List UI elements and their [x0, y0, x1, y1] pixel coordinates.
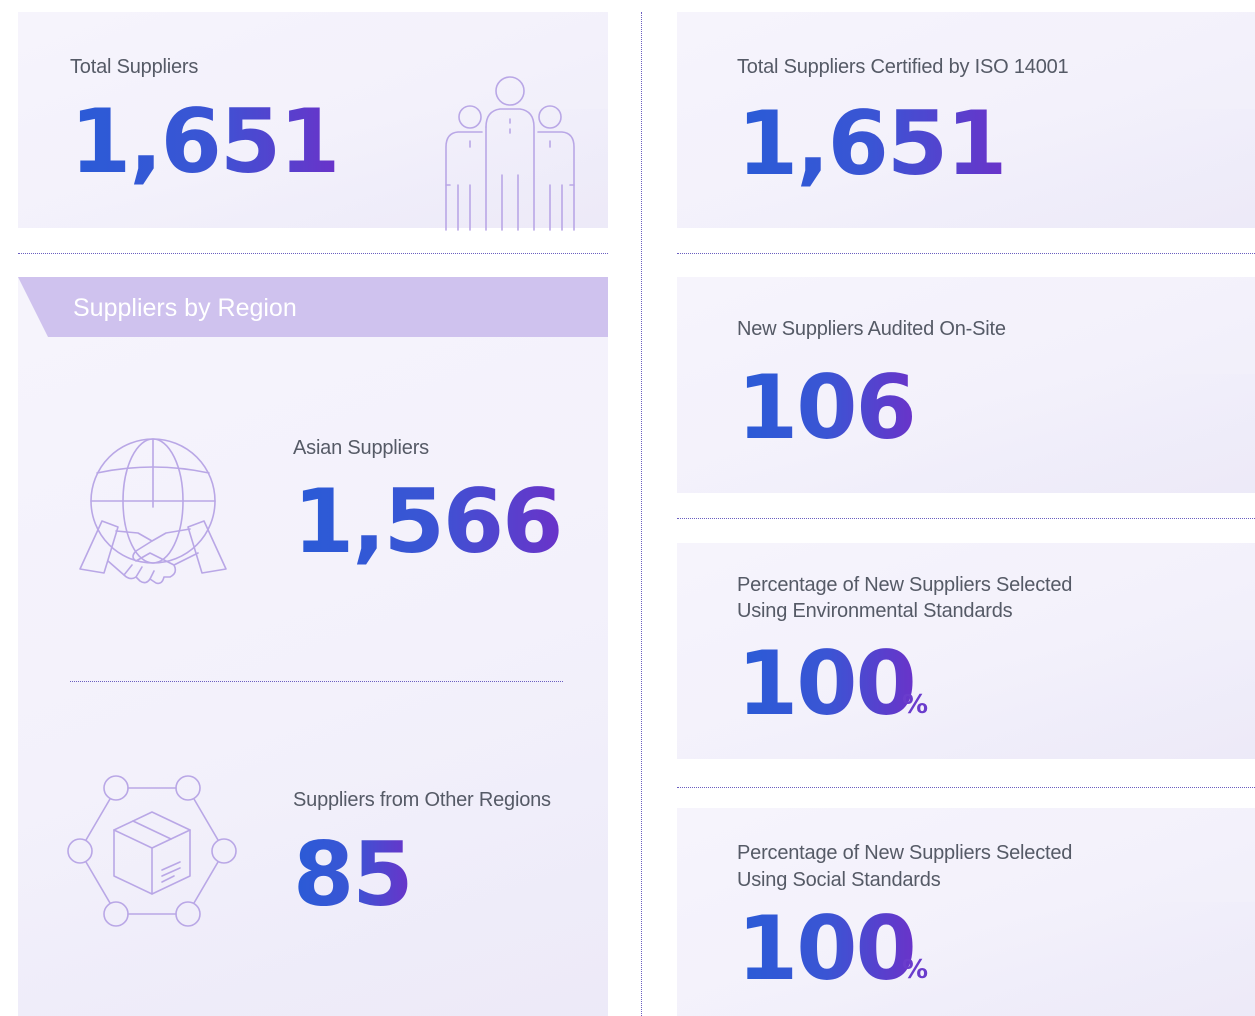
column-divider: [641, 12, 642, 1016]
env-unit: %: [902, 690, 929, 720]
divider: [70, 681, 563, 682]
iso-label: Total Suppliers Certified by ISO 14001: [737, 56, 1069, 78]
other-suppliers-label: Suppliers from Other Regions: [293, 789, 551, 811]
env-value: 100: [737, 632, 917, 735]
divider: [677, 787, 1255, 788]
total-suppliers-label: Total Suppliers: [70, 56, 199, 78]
network-box-icon: [67, 775, 237, 927]
iso-value: 1,651: [737, 92, 1007, 195]
divider: [18, 253, 608, 254]
asian-suppliers-value: 1,566: [293, 470, 563, 573]
social-unit: %: [902, 955, 929, 985]
people-group-icon: [445, 76, 575, 231]
audited-label: New Suppliers Audited On-Site: [737, 318, 1006, 340]
audited-value: 106: [737, 356, 917, 459]
social-label-line1: Percentage of New Suppliers Selected: [737, 842, 1073, 864]
env-label-line1: Percentage of New Suppliers Selected: [737, 574, 1073, 596]
asian-suppliers-label: Asian Suppliers: [293, 437, 429, 459]
globe-handshake-icon: [79, 438, 227, 585]
region-title: Suppliers by Region: [73, 294, 297, 322]
social-value: 100: [737, 897, 917, 1000]
total-suppliers-value: 1,651: [70, 90, 340, 193]
divider: [677, 253, 1255, 254]
social-label-line2: Using Social Standards: [737, 869, 941, 891]
env-label-line2: Using Environmental Standards: [737, 600, 1013, 622]
divider: [677, 518, 1255, 519]
other-suppliers-value: 85: [293, 823, 413, 926]
